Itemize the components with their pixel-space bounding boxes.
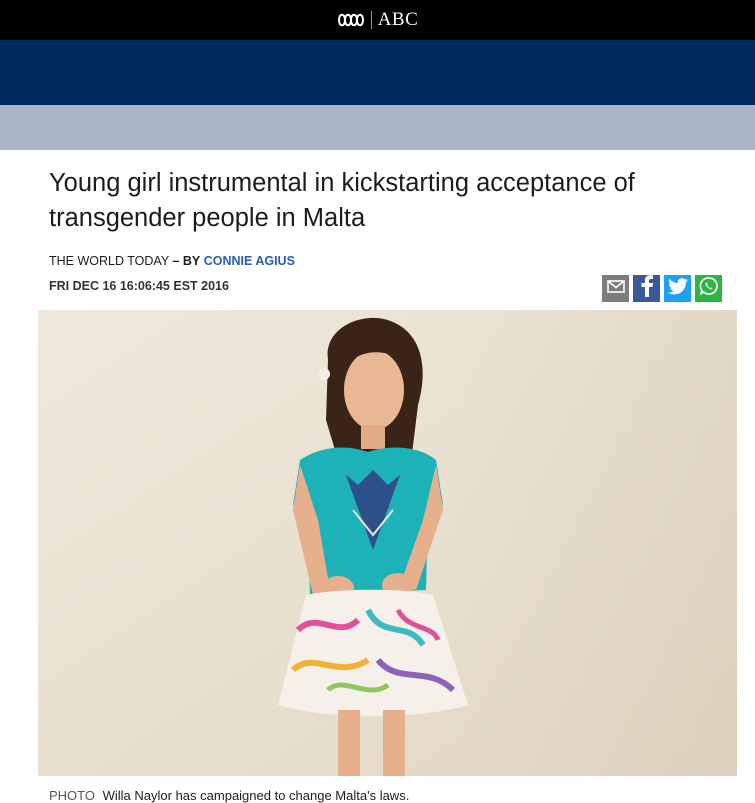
share-email-button[interactable] [602, 275, 629, 302]
whatsapp-icon [698, 276, 719, 301]
abc-logo[interactable]: ABC [337, 9, 419, 31]
facebook-icon [640, 275, 654, 302]
girl-photo-illustration [38, 310, 737, 776]
brand-name: ABC [377, 9, 419, 30]
sub-navigation-bar [0, 105, 755, 150]
share-buttons [602, 275, 722, 302]
share-facebook-button[interactable] [633, 275, 660, 302]
program-name[interactable]: THE WORLD TODAY [49, 254, 169, 268]
byline-separator: – BY [172, 254, 201, 268]
article: Young girl instrumental in kickstarting … [0, 150, 755, 803]
byline: THE WORLD TODAY – BY CONNIE AGIUS [49, 253, 755, 269]
share-whatsapp-button[interactable] [695, 275, 722, 302]
article-headline: Young girl instrumental in kickstarting … [49, 169, 635, 232]
main-navigation-bar [0, 40, 755, 105]
share-twitter-button[interactable] [664, 275, 691, 302]
top-bar: ABC [0, 0, 755, 40]
twitter-icon [667, 277, 688, 300]
abc-lissajous-icon [337, 11, 365, 29]
dateline: FRI DEC 16 16:06:45 EST 2016 [49, 279, 229, 293]
logo-divider [370, 11, 372, 29]
email-icon [606, 279, 625, 298]
article-photo[interactable] [38, 310, 737, 776]
author-link[interactable]: CONNIE AGIUS [204, 254, 295, 268]
meta-row: FRI DEC 16 16:06:45 EST 2016 [0, 275, 755, 305]
